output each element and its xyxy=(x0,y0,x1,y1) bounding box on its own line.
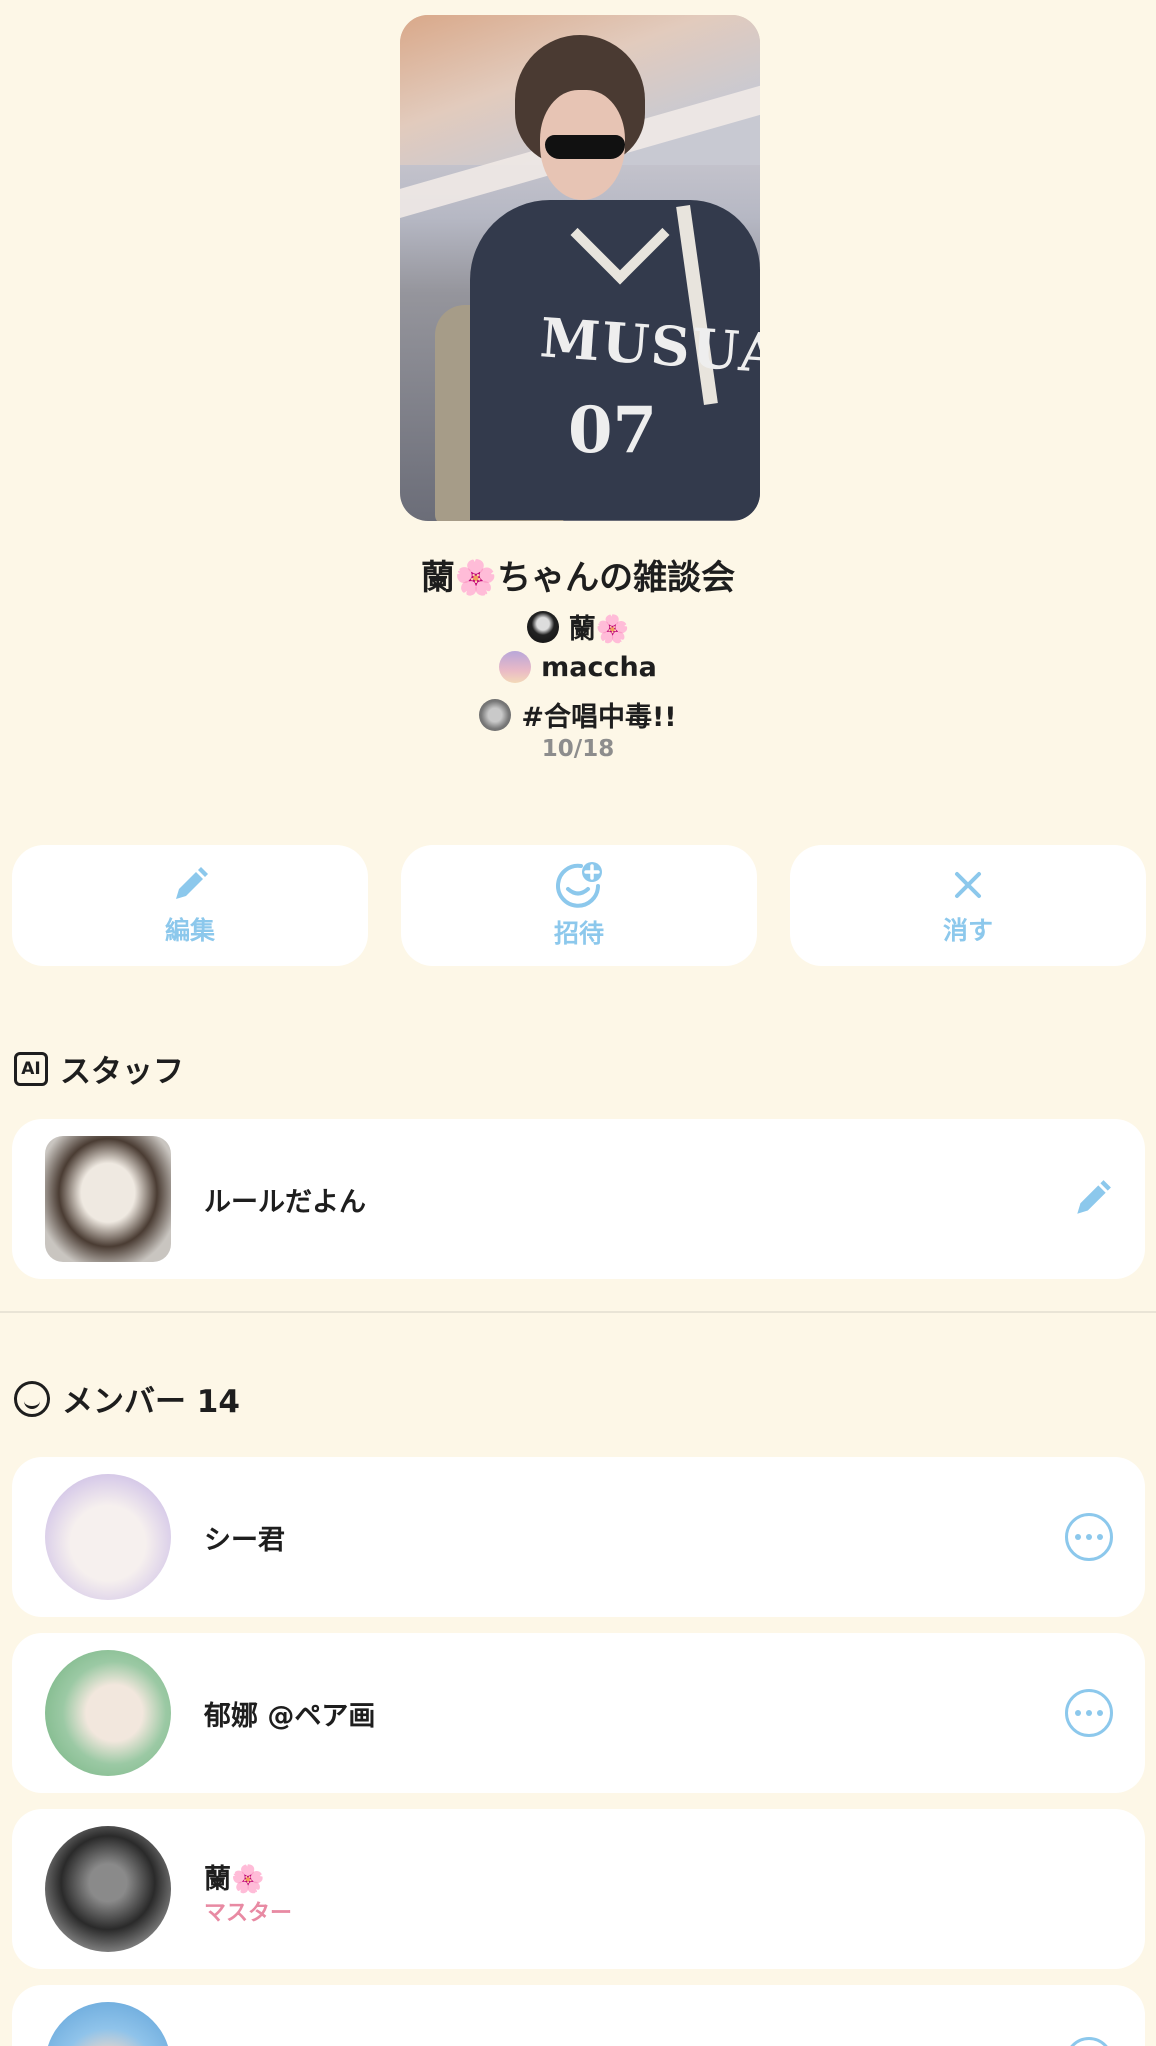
member-name: 郁娜 @ペア画 xyxy=(204,1700,376,1732)
cover-shirt-number: 07 xyxy=(568,393,658,468)
member-item[interactable]: シー君 xyxy=(12,1457,1145,1617)
edit-button-label: 編集 xyxy=(164,915,215,945)
members-heading-label: メンバー 14 xyxy=(62,1384,240,1420)
pencil-icon xyxy=(176,866,208,899)
invite-button[interactable]: 招待 xyxy=(401,845,757,966)
delete-button-label: 消す xyxy=(942,915,993,945)
member-role-badge: マスター xyxy=(204,1901,293,1926)
host-row[interactable]: 蘭🌸 xyxy=(0,607,1156,646)
participant-count: 10/18 xyxy=(541,736,615,762)
staff-heading-label: スタッフ xyxy=(60,1054,184,1090)
member-item[interactable] xyxy=(12,1985,1145,2046)
staff-item[interactable]: ルールだよん xyxy=(12,1119,1145,1279)
member-avatar xyxy=(45,2002,171,2046)
host-avatar xyxy=(526,610,559,643)
host-name: 蘭🌸 xyxy=(568,614,630,645)
room-title: 蘭🌸ちゃんの雑談会 xyxy=(420,558,736,598)
cohost-name: maccha xyxy=(541,651,657,683)
ai-badge-icon: AI xyxy=(14,1051,48,1086)
member-avatar xyxy=(45,1474,171,1600)
invite-button-label: 招待 xyxy=(553,918,604,948)
member-name: 蘭🌸 xyxy=(204,1864,265,1895)
staff-name: ルールだよん xyxy=(204,1186,366,1218)
cohost-row[interactable]: maccha xyxy=(0,651,1156,683)
member-name: シー君 xyxy=(204,1524,285,1556)
staff-heading: AI スタッフ xyxy=(14,1046,184,1091)
member-avatar xyxy=(45,1650,171,1776)
tag-row[interactable]: #合唱中毒!! xyxy=(0,695,1156,734)
edit-button[interactable]: 編集 xyxy=(12,845,368,966)
member-more-icon[interactable] xyxy=(1065,2037,1113,2046)
smile-icon xyxy=(14,1380,50,1417)
member-more-icon[interactable] xyxy=(1065,1689,1113,1737)
cohost-avatar xyxy=(499,651,532,683)
room-cover-image: MUSUAL 07 xyxy=(400,15,760,521)
tag-avatar xyxy=(479,698,512,731)
close-icon xyxy=(955,871,981,898)
invite-smile-icon xyxy=(556,861,602,908)
staff-avatar xyxy=(45,1136,171,1262)
section-divider xyxy=(0,1311,1156,1313)
member-avatar xyxy=(45,1826,171,1952)
member-more-icon[interactable] xyxy=(1065,1513,1113,1561)
members-heading: メンバー 14 xyxy=(14,1376,240,1421)
member-item[interactable]: 蘭🌸 マスター xyxy=(12,1809,1145,1969)
room-tag: #合唱中毒!! xyxy=(521,702,677,733)
delete-button[interactable]: 消す xyxy=(790,845,1146,966)
edit-staff-pencil-icon[interactable] xyxy=(1071,1178,1113,1220)
member-item[interactable]: 郁娜 @ペア画 xyxy=(12,1633,1145,1793)
